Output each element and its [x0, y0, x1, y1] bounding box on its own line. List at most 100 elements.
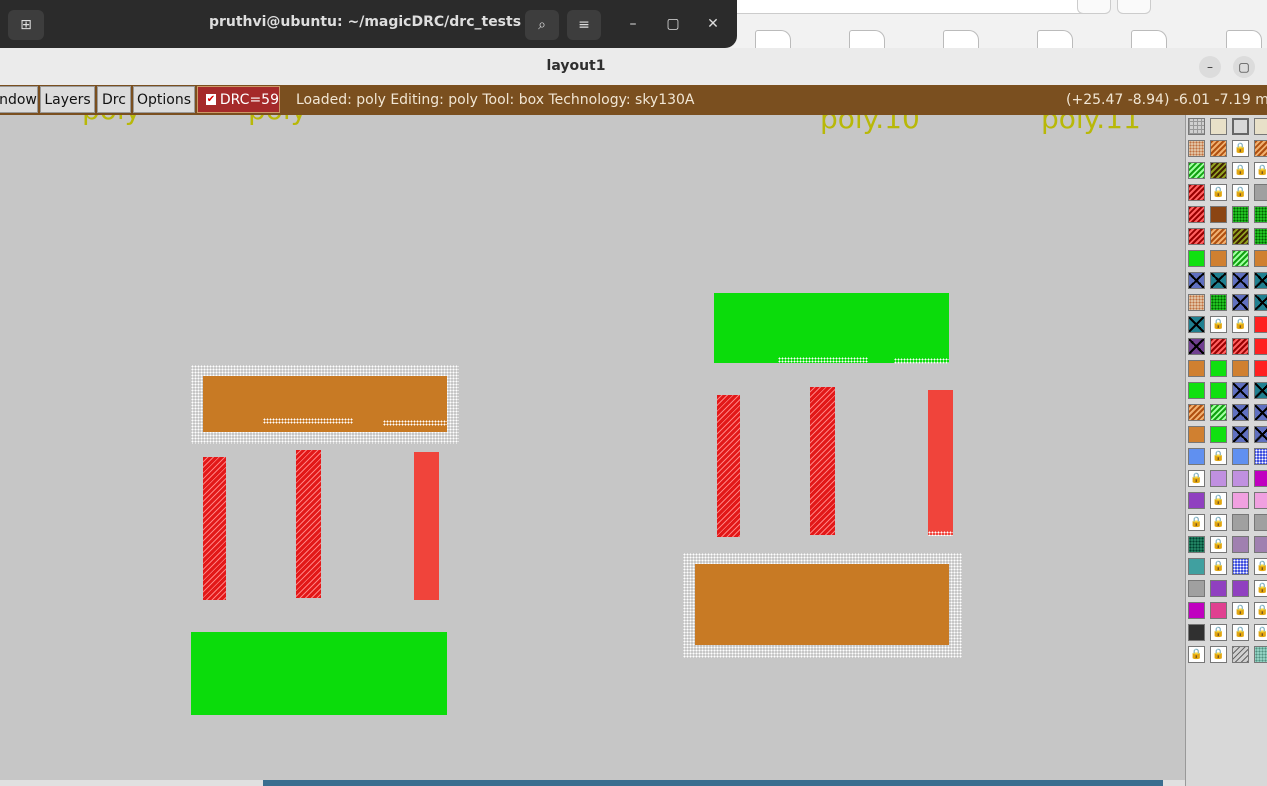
drc-toggle[interactable]: ✔ DRC=59	[197, 86, 280, 113]
lock-icon[interactable]: 🔒	[1188, 514, 1205, 531]
lock-icon[interactable]: 🔒	[1210, 646, 1227, 663]
scrollbar-thumb[interactable]	[263, 780, 1163, 786]
poly-rect[interactable]	[296, 450, 321, 598]
layer-swatch[interactable]	[1210, 360, 1227, 377]
layer-swatch[interactable]	[1210, 426, 1227, 443]
lock-icon[interactable]: 🔒	[1254, 602, 1267, 619]
layer-swatch[interactable]	[1188, 382, 1205, 399]
horizontal-scrollbar[interactable]	[0, 780, 1185, 786]
layer-swatch[interactable]	[1232, 558, 1249, 575]
layer-swatch[interactable]	[1254, 426, 1267, 443]
lock-icon[interactable]: 🔒	[1254, 580, 1267, 597]
layer-swatch[interactable]	[1232, 338, 1249, 355]
lock-icon[interactable]: 🔒	[1188, 470, 1205, 487]
diff-rect[interactable]	[714, 293, 949, 363]
layer-swatch[interactable]	[1210, 118, 1227, 135]
new-tab-button[interactable]: ⊞	[8, 10, 44, 40]
layer-swatch[interactable]	[1188, 360, 1205, 377]
layer-swatch[interactable]	[1254, 294, 1267, 311]
layer-swatch[interactable]	[1232, 426, 1249, 443]
menu-options[interactable]: Options	[133, 86, 195, 113]
layer-swatch[interactable]	[1188, 272, 1205, 289]
layer-swatch[interactable]	[1254, 250, 1267, 267]
layer-swatch[interactable]	[1254, 184, 1267, 201]
lock-icon[interactable]: 🔒	[1210, 448, 1227, 465]
menu-drc[interactable]: Drc	[97, 86, 131, 113]
close-button[interactable]: ✕	[701, 12, 725, 36]
lock-icon[interactable]: 🔒	[1210, 514, 1227, 531]
minimize-button[interactable]: –	[1199, 56, 1221, 78]
lock-icon[interactable]: 🔒	[1232, 602, 1249, 619]
lock-icon[interactable]: 🔒	[1232, 162, 1249, 179]
diff-rect[interactable]	[191, 632, 447, 715]
orange-layer-rect[interactable]	[695, 564, 949, 645]
lock-icon[interactable]: 🔒	[1254, 162, 1267, 179]
menu-button[interactable]: ≡	[567, 10, 601, 40]
layout-canvas[interactable]: poly poly poly.10 poly.11	[0, 115, 1185, 786]
layer-swatch[interactable]	[1188, 492, 1205, 509]
layer-swatch[interactable]	[1254, 316, 1267, 333]
layer-swatch[interactable]	[1188, 448, 1205, 465]
layer-swatch[interactable]	[1188, 558, 1205, 575]
layer-swatch[interactable]	[1232, 448, 1249, 465]
layer-swatch[interactable]	[1188, 140, 1205, 157]
layer-swatch[interactable]	[1232, 118, 1249, 135]
layer-swatch[interactable]	[1188, 206, 1205, 223]
poly-rect[interactable]	[203, 457, 226, 600]
layer-swatch[interactable]	[1188, 118, 1205, 135]
lock-icon[interactable]: 🔒	[1210, 624, 1227, 641]
minimize-button[interactable]: –	[621, 12, 645, 36]
layer-swatch[interactable]	[1254, 404, 1267, 421]
lock-icon[interactable]: 🔒	[1210, 558, 1227, 575]
layer-swatch[interactable]	[1232, 272, 1249, 289]
poly-rect[interactable]	[414, 452, 439, 600]
layer-swatch[interactable]	[1254, 338, 1267, 355]
layer-swatch[interactable]	[1254, 514, 1267, 531]
lock-icon[interactable]: 🔒	[1210, 492, 1227, 509]
layer-swatch[interactable]	[1188, 294, 1205, 311]
layer-swatch[interactable]	[1232, 228, 1249, 245]
layer-swatch[interactable]	[1210, 294, 1227, 311]
lock-icon[interactable]: 🔒	[1210, 536, 1227, 553]
layer-swatch[interactable]	[1254, 646, 1267, 663]
layer-swatch[interactable]	[1210, 470, 1227, 487]
layer-swatch[interactable]	[1254, 492, 1267, 509]
layer-swatch[interactable]	[1188, 338, 1205, 355]
layer-swatch[interactable]	[1210, 206, 1227, 223]
layer-swatch[interactable]	[1210, 338, 1227, 355]
menu-layers[interactable]: Layers	[40, 86, 95, 113]
lock-icon[interactable]: 🔒	[1232, 184, 1249, 201]
layer-swatch[interactable]	[1188, 404, 1205, 421]
layer-swatch[interactable]	[1254, 118, 1267, 135]
layer-swatch[interactable]	[1188, 316, 1205, 333]
layer-swatch[interactable]	[1254, 382, 1267, 399]
layer-swatch[interactable]	[1210, 404, 1227, 421]
layer-swatch[interactable]	[1232, 250, 1249, 267]
lock-icon[interactable]: 🔒	[1232, 140, 1249, 157]
layer-swatch[interactable]	[1254, 206, 1267, 223]
layer-swatch[interactable]	[1188, 162, 1205, 179]
layer-swatch[interactable]	[1232, 360, 1249, 377]
lock-icon[interactable]: 🔒	[1188, 646, 1205, 663]
poly-rect[interactable]	[810, 387, 835, 535]
layer-swatch[interactable]	[1232, 514, 1249, 531]
maximize-button[interactable]: ▢	[661, 12, 685, 36]
layer-swatch[interactable]	[1254, 228, 1267, 245]
layer-swatch[interactable]	[1210, 162, 1227, 179]
layer-swatch[interactable]	[1232, 382, 1249, 399]
layer-swatch[interactable]	[1232, 492, 1249, 509]
layer-swatch[interactable]	[1210, 382, 1227, 399]
layer-swatch[interactable]	[1210, 250, 1227, 267]
layer-swatch[interactable]	[1232, 404, 1249, 421]
layer-swatch[interactable]	[1232, 536, 1249, 553]
layer-swatch[interactable]	[1232, 646, 1249, 663]
layer-swatch[interactable]	[1232, 294, 1249, 311]
lock-icon[interactable]: 🔒	[1210, 316, 1227, 333]
layer-swatch[interactable]	[1188, 580, 1205, 597]
lock-icon[interactable]: 🔒	[1232, 624, 1249, 641]
layer-swatch[interactable]	[1254, 470, 1267, 487]
layer-swatch[interactable]	[1254, 140, 1267, 157]
layer-swatch[interactable]	[1188, 184, 1205, 201]
layer-swatch[interactable]	[1232, 206, 1249, 223]
search-button[interactable]: ⌕	[525, 10, 559, 40]
